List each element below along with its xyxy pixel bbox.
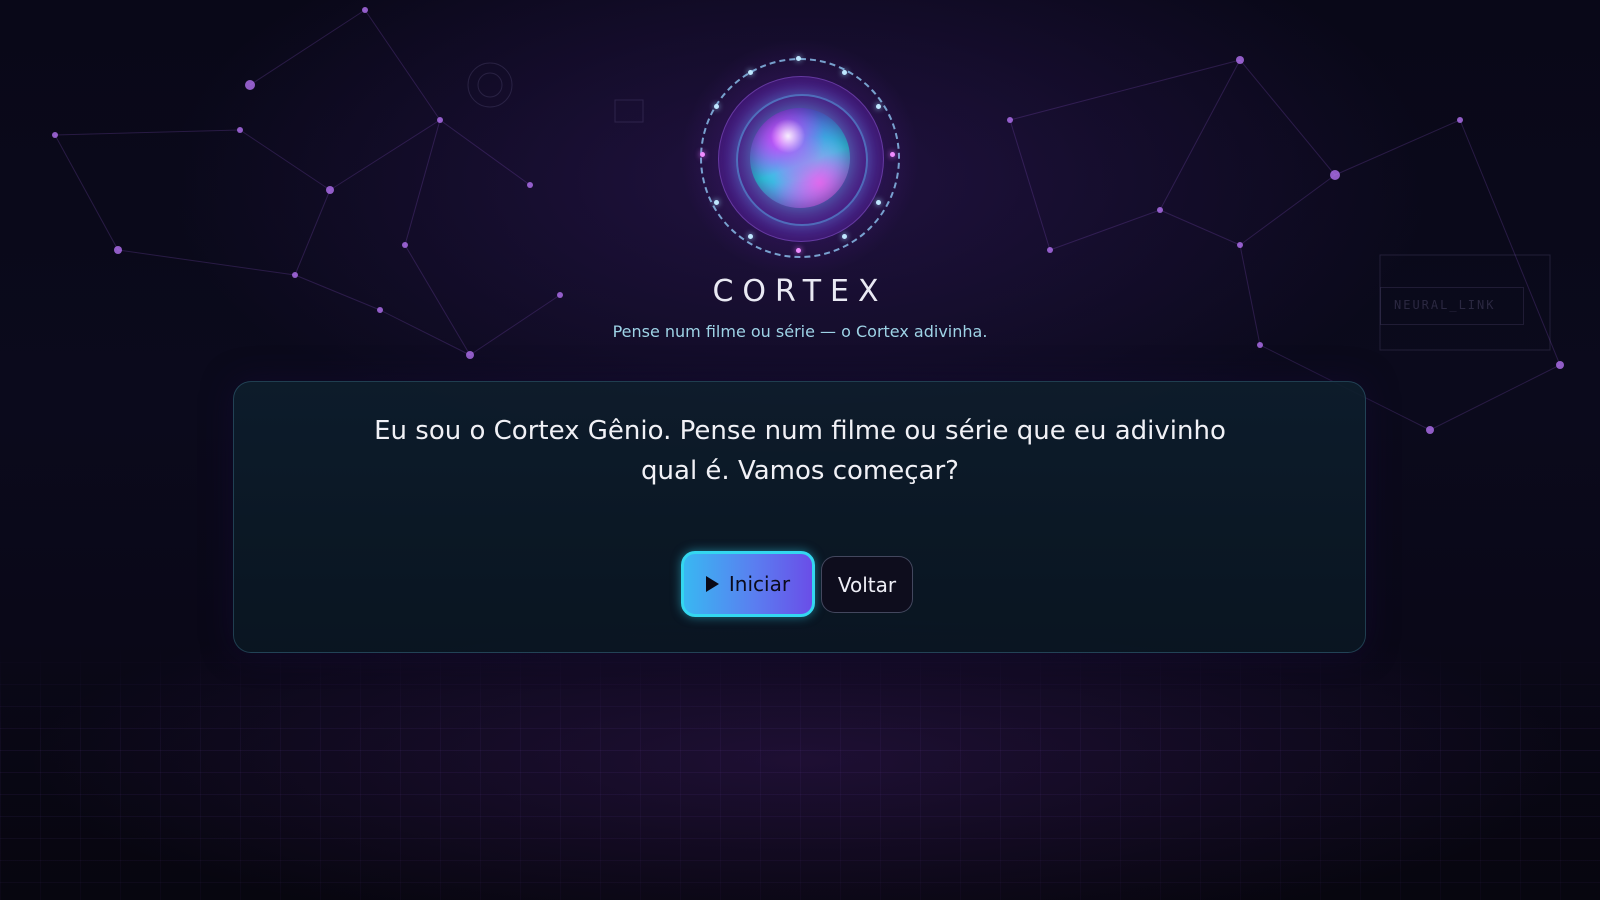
background-label: NEURAL_LINK: [1394, 298, 1496, 312]
orb-dot: [842, 234, 847, 239]
orb-dot: [748, 234, 753, 239]
back-button-label: Voltar: [837, 572, 897, 597]
orb-dot: [700, 152, 705, 157]
orb-dot: [796, 248, 801, 253]
play-icon: [705, 576, 719, 592]
brand-title: CORTEX: [712, 274, 888, 309]
orb-dot: [714, 200, 719, 205]
orb-dot: [714, 104, 719, 109]
orb-ring-outer: [700, 58, 900, 258]
back-button[interactable]: Voltar: [821, 556, 913, 613]
orb-dot: [748, 70, 753, 75]
grid-floor-decoration: [0, 640, 1600, 900]
orb-dot: [842, 70, 847, 75]
brand-subtitle: Pense num filme ou série — o Cortex adiv…: [612, 322, 988, 341]
start-button-label: Iniciar: [728, 572, 791, 596]
start-button[interactable]: Iniciar: [681, 551, 815, 617]
app-screen: NEURAL_LINK CORTEX Pense num filme ou sé…: [0, 0, 1600, 900]
intro-message: Eu sou o Cortex Gênio. Pense num filme o…: [374, 416, 1226, 486]
orb-dot: [876, 104, 881, 109]
cortex-orb-logo: [680, 38, 920, 278]
orb-dot: [890, 152, 895, 157]
orb-dot: [876, 200, 881, 205]
orb-dot: [796, 56, 801, 61]
